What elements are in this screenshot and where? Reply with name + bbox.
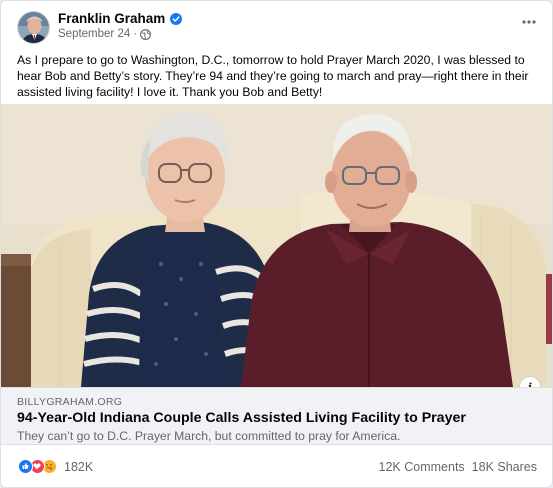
post-date[interactable]: September 24	[58, 28, 130, 40]
meta-separator: ·	[133, 28, 138, 40]
author-name[interactable]: Franklin Graham	[58, 11, 165, 26]
more-horizontal-icon	[522, 20, 536, 24]
author-avatar[interactable]	[17, 11, 50, 44]
reaction-count: 182K	[64, 459, 94, 474]
comments-count[interactable]: 12K Comments	[379, 460, 465, 474]
link-caption[interactable]: BILLYGRAHAM.ORG 94-Year-Old Indiana Coup…	[1, 387, 552, 445]
link-preview-image[interactable]: i	[1, 104, 552, 387]
more-options-button[interactable]	[518, 15, 540, 29]
post-meta: September 24 ·	[58, 28, 152, 40]
link-description: They can’t go to D.C. Prayer March, but …	[17, 429, 401, 443]
post-text: As I prepare to go to Washington, D.C., …	[17, 53, 529, 99]
link-title[interactable]: 94-Year-Old Indiana Couple Calls Assiste…	[17, 410, 466, 426]
link-preview[interactable]: i BILLYGRAHAM.ORG 94-Year-Old Indiana Co…	[1, 104, 552, 445]
shares-count[interactable]: 18K Shares	[472, 460, 537, 474]
post-card: Franklin Graham September 24 · As I prep…	[0, 0, 553, 488]
post-header: Franklin Graham September 24 ·	[1, 1, 552, 47]
post-footer: 182K 12K Comments 18K Shares	[1, 445, 552, 487]
link-domain: BILLYGRAHAM.ORG	[17, 396, 123, 408]
like-reaction-icon	[18, 459, 33, 474]
reaction-summary[interactable]: 182K	[18, 459, 93, 474]
engagement-stats: 12K Comments 18K Shares	[379, 460, 537, 474]
author-name-row: Franklin Graham	[58, 11, 183, 26]
globe-icon	[140, 28, 152, 40]
verified-badge-icon	[170, 12, 183, 25]
